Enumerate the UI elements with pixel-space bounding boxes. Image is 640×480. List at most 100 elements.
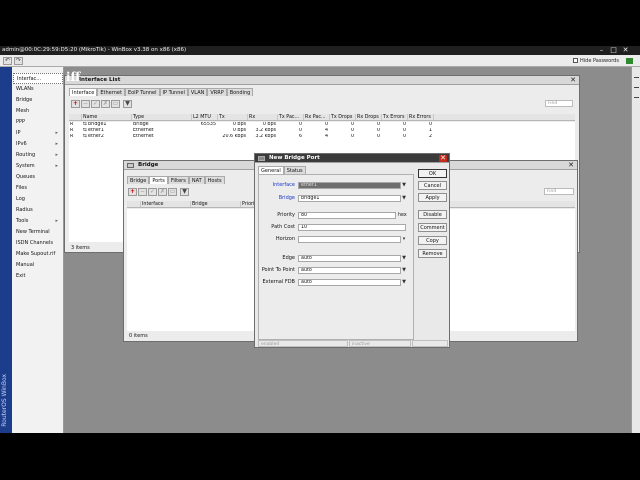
tab[interactable]: VLAN (187, 88, 208, 96)
chevron-down-icon[interactable]: ▾ (401, 236, 407, 243)
comment-button[interactable]: Comment (418, 223, 447, 232)
tab[interactable]: Ethernet (97, 88, 125, 96)
remove-icon[interactable]: − (138, 188, 147, 196)
priority-input[interactable]: 80 (298, 212, 396, 219)
disable-icon[interactable]: ✗ (101, 100, 110, 108)
cancel-button[interactable]: Cancel (418, 181, 447, 190)
apply-button[interactable]: Apply (418, 193, 447, 202)
column-header[interactable]: Rx Pac... (304, 114, 330, 120)
sidebar-item[interactable]: ISDN Channels (13, 238, 63, 249)
chevron-down-icon[interactable]: ▼ (401, 279, 407, 286)
path-cost-input[interactable]: 10 (298, 224, 406, 231)
tab[interactable]: Status (283, 166, 306, 174)
enable-icon[interactable]: ✓ (91, 100, 100, 108)
sidebar-item[interactable]: Make Supout.rif (13, 249, 63, 260)
column-header[interactable] (127, 201, 141, 207)
column-header[interactable]: Tx Pac... (278, 114, 304, 120)
column-header[interactable]: Rx Drops (356, 114, 382, 120)
tab[interactable]: Ports (149, 176, 168, 184)
sidebar-item[interactable]: Files (13, 183, 63, 194)
maximize-icon[interactable]: □ (608, 46, 619, 55)
column-header[interactable]: Rx (248, 114, 278, 120)
close-icon[interactable]: ✕ (569, 77, 577, 84)
sidebar-item-label: Queues (16, 174, 36, 180)
column-header[interactable]: Tx (218, 114, 248, 120)
edge-select[interactable]: auto (298, 255, 401, 262)
sidebar-item[interactable]: Mesh (13, 106, 63, 117)
sidebar-item[interactable]: Radius (13, 205, 63, 216)
tab[interactable]: Filters (167, 176, 189, 184)
sidebar-item-label: ISDN Channels (16, 240, 53, 246)
external-fdb-select[interactable]: auto (298, 279, 401, 286)
tab[interactable]: General (258, 166, 284, 174)
column-header[interactable]: Interface (141, 201, 191, 207)
close-app-icon[interactable]: ✕ (620, 46, 631, 55)
undo-icon[interactable]: ↶ (3, 57, 12, 65)
horizon-label: Horizon (275, 236, 295, 242)
disable-button[interactable]: Disable (418, 210, 447, 219)
sidebar-item[interactable]: Routing ▸ (13, 150, 63, 161)
sidebar-item[interactable]: Exit (13, 271, 63, 282)
add-icon[interactable]: + (128, 188, 137, 196)
tab[interactable]: EoIP Tunnel (124, 88, 160, 96)
column-header[interactable]: L2 MTU (192, 114, 218, 120)
dialog-title[interactable]: New Bridge Port (255, 154, 449, 163)
chevron-down-icon[interactable]: ▼ (401, 195, 407, 202)
sidebar-item[interactable]: PPP (13, 117, 63, 128)
comment-icon[interactable]: ▭ (168, 188, 177, 196)
right-scroll-strip[interactable] (631, 67, 640, 433)
minimize-icon[interactable]: – (596, 46, 607, 55)
tab[interactable]: IP Tunnel (159, 88, 188, 96)
column-header[interactable]: Bridge (191, 201, 241, 207)
column-header[interactable]: Name (82, 114, 132, 120)
tab[interactable]: Interface (69, 88, 98, 96)
redo-icon[interactable]: ↷ (14, 57, 23, 65)
sidebar-item[interactable]: Manual (13, 260, 63, 271)
comment-icon[interactable]: ▭ (111, 100, 120, 108)
copy-button[interactable]: Copy (418, 236, 447, 245)
sidebar-item[interactable]: IPv6 ▸ (13, 139, 63, 150)
sidebar-item[interactable]: Interfac… (13, 73, 63, 84)
column-header[interactable]: Type (132, 114, 192, 120)
tab[interactable]: Bonding (226, 88, 254, 96)
horizon-input[interactable] (298, 236, 401, 243)
remove-icon[interactable]: − (81, 100, 90, 108)
tab[interactable]: NAT (188, 176, 205, 184)
sidebar-item[interactable]: IP ▸ (13, 128, 63, 139)
close-icon[interactable]: ✕ (439, 155, 447, 162)
column-header[interactable] (69, 114, 82, 120)
filter-icon[interactable]: ▼ (180, 188, 189, 196)
sidebar-item[interactable]: Bridge (13, 95, 63, 106)
sidebar-item[interactable]: Log (13, 194, 63, 205)
find-input[interactable]: Find (544, 188, 574, 195)
tab[interactable]: Hosts (204, 176, 225, 184)
disable-icon[interactable]: ✗ (158, 188, 167, 196)
close-icon[interactable]: ✕ (567, 162, 575, 169)
interface-select[interactable]: ether1 (298, 182, 401, 189)
table-cell-wrap: R (69, 134, 82, 140)
sidebar-item[interactable]: Tools ▸ (13, 216, 63, 227)
ok-button[interactable]: OK (418, 169, 447, 178)
sidebar-item[interactable]: New Terminal (13, 227, 63, 238)
remove-button[interactable]: Remove (418, 249, 447, 258)
sidebar-item[interactable]: WLANs (13, 84, 63, 95)
column-header[interactable]: Tx Errors (382, 114, 408, 120)
filter-icon[interactable]: ▼ (123, 100, 132, 108)
bridge-select[interactable]: bridge1 (298, 195, 401, 202)
sidebar-item[interactable]: System ▸ (13, 161, 63, 172)
chevron-down-icon[interactable]: ▼ (401, 182, 407, 189)
point-to-point-select[interactable]: auto (298, 267, 401, 274)
add-icon[interactable]: + (71, 100, 80, 108)
interface-list-title[interactable]: Interface List (65, 76, 579, 85)
column-header[interactable]: Rx Errors (408, 114, 434, 120)
column-header[interactable]: Tx Drops (330, 114, 356, 120)
chevron-down-icon[interactable]: ▼ (401, 267, 407, 274)
enable-icon[interactable]: ✓ (148, 188, 157, 196)
find-input[interactable]: Find (545, 100, 573, 107)
chevron-down-icon[interactable]: ▼ (401, 255, 407, 262)
tab[interactable]: VRRP (207, 88, 227, 96)
hide-passwords-checkbox[interactable]: Hide Passwords (573, 56, 619, 66)
table-row[interactable]: R ⇆ether2 Ethernet 20.6 kbps 3.2 kbps 6 4 0 0 0 2 (69, 134, 575, 140)
sidebar-item[interactable]: Queues (13, 172, 63, 183)
tab[interactable]: Bridge (127, 176, 150, 184)
